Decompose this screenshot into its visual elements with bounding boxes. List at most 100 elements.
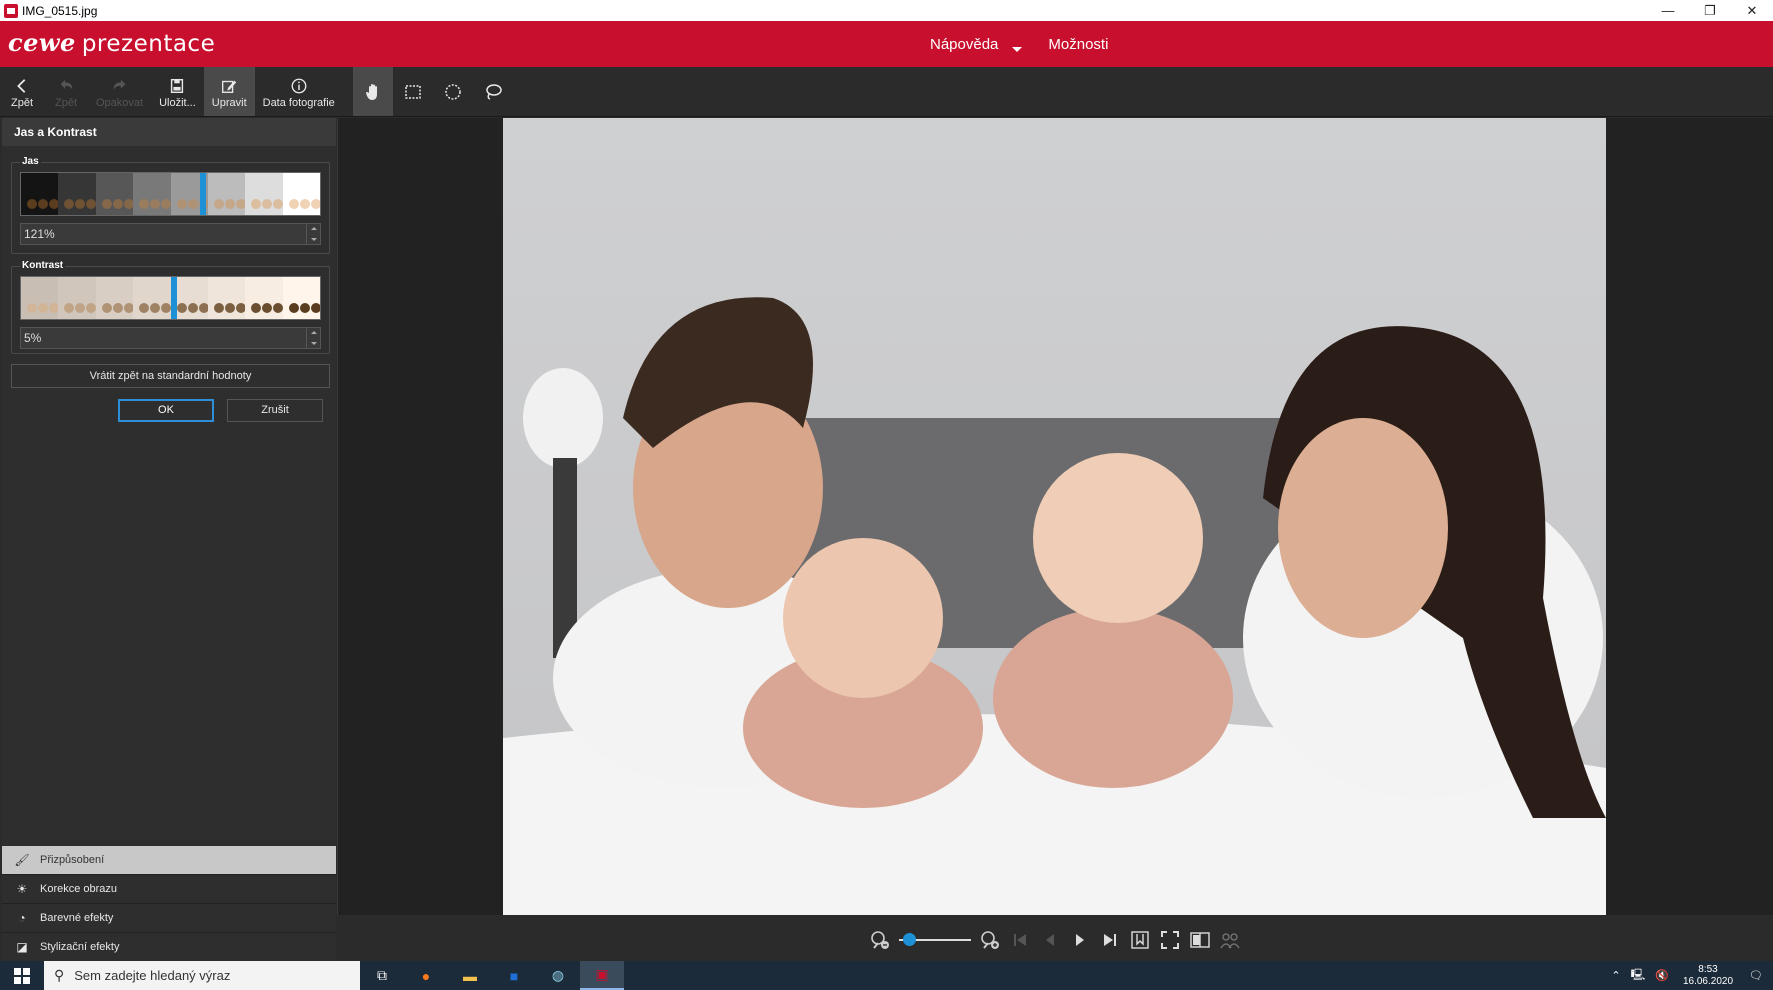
task-view-icon: ⧉ bbox=[377, 967, 387, 983]
brush-icon: 🖌 bbox=[14, 853, 30, 867]
undo-button[interactable]: Zpět bbox=[44, 67, 88, 116]
spinner-arrows-icon[interactable] bbox=[306, 328, 320, 348]
preview-thumbnail bbox=[282, 277, 320, 319]
accordion-image-correction[interactable]: ☀ Korekce obrazu bbox=[2, 875, 336, 904]
next-image-button[interactable] bbox=[1065, 925, 1095, 955]
people-icon bbox=[1220, 933, 1240, 949]
taskbar-outlook[interactable]: ■ bbox=[492, 961, 536, 990]
menu-help[interactable]: Nápověda bbox=[930, 36, 1023, 53]
view-controls-bar bbox=[337, 915, 1773, 965]
outlook-icon: ■ bbox=[509, 967, 519, 984]
value-marker[interactable] bbox=[170, 277, 177, 319]
chevron-up-icon[interactable]: ⌃ bbox=[1611, 969, 1620, 982]
accordion-stylization-effects[interactable]: ◪ Stylizační efekty bbox=[2, 933, 336, 962]
edit-icon bbox=[220, 75, 238, 97]
accordion-color-effects[interactable]: ◔ Barevné efekty bbox=[2, 904, 336, 933]
reset-defaults-button[interactable]: Vrátit zpět na standardní hodnoty bbox=[11, 364, 330, 388]
taskbar-file-explorer[interactable]: ▬ bbox=[448, 961, 492, 990]
task-view-button[interactable]: ⧉ bbox=[360, 961, 404, 990]
cancel-button[interactable]: Zrušit bbox=[227, 399, 323, 422]
info-icon bbox=[290, 75, 308, 97]
brightness-preview-strip[interactable] bbox=[20, 172, 321, 216]
value-marker[interactable] bbox=[200, 173, 207, 215]
adjustment-panel: Jas a Kontrast Jas 121% Kontrast 5% Vrát… bbox=[2, 118, 336, 965]
accordion-customize[interactable]: 🖌 Přizpůsobení bbox=[2, 846, 336, 875]
preview-thumbnail bbox=[58, 277, 97, 319]
cewe-app-icon: ▣ bbox=[595, 966, 609, 982]
network-icon[interactable]: 🖳 bbox=[1631, 966, 1646, 985]
bookmark-button[interactable] bbox=[1125, 925, 1155, 955]
taskbar-clock[interactable]: 8:53 16.06.2020 bbox=[1683, 964, 1733, 988]
speaker-muted-icon[interactable]: 🔇 bbox=[1655, 969, 1669, 982]
next-icon bbox=[1076, 934, 1084, 946]
brightness-group: Jas 121% bbox=[11, 156, 330, 254]
contrast-label: Kontrast bbox=[20, 260, 66, 271]
taskbar-cewe[interactable]: ▣ bbox=[580, 961, 624, 990]
last-image-button[interactable] bbox=[1095, 925, 1125, 955]
preview-thumbnail bbox=[245, 277, 284, 319]
taskbar-search-box[interactable]: ⚲ Sem zadejte hledaný výraz bbox=[44, 961, 360, 990]
preview-thumbnail bbox=[207, 277, 246, 319]
contrast-preview-strip[interactable] bbox=[20, 276, 321, 320]
save-button[interactable]: Uložit... bbox=[151, 67, 204, 116]
windows-logo-icon bbox=[14, 967, 30, 984]
taskbar-app-generic[interactable]: ◍ bbox=[536, 961, 580, 990]
save-icon bbox=[168, 75, 186, 97]
app-generic-icon: ◍ bbox=[551, 967, 565, 983]
contrast-spinner[interactable]: 5% bbox=[20, 327, 321, 349]
rectangle-select-tool[interactable] bbox=[393, 67, 433, 116]
preview-thumbnail bbox=[133, 277, 172, 319]
ellipse-select-icon bbox=[445, 83, 461, 100]
zoom-in-button[interactable] bbox=[975, 925, 1005, 955]
lasso-icon bbox=[486, 83, 502, 100]
notifications-icon[interactable]: 🗨 bbox=[1749, 969, 1763, 982]
close-button[interactable]: ✕ bbox=[1731, 0, 1773, 21]
search-placeholder: Sem zadejte hledaný výraz bbox=[74, 968, 231, 983]
family-photo-image bbox=[503, 118, 1606, 915]
compare-view-button[interactable] bbox=[1185, 925, 1215, 955]
sun-icon: ☀ bbox=[16, 882, 28, 896]
lasso-tool[interactable] bbox=[473, 67, 513, 116]
folder-icon: ▬ bbox=[463, 967, 477, 984]
firefox-icon: ● bbox=[421, 967, 431, 984]
chevron-down-icon bbox=[1012, 46, 1023, 52]
back-button[interactable]: Zpět bbox=[0, 67, 44, 116]
brightness-spinner[interactable]: 121% bbox=[20, 223, 321, 245]
ellipse-select-tool[interactable] bbox=[433, 67, 473, 116]
ok-button[interactable]: OK bbox=[118, 399, 214, 422]
taskbar-firefox[interactable]: ● bbox=[404, 961, 448, 990]
zoom-slider[interactable] bbox=[899, 933, 971, 946]
hand-icon bbox=[365, 83, 377, 100]
photo-preview[interactable] bbox=[503, 118, 1606, 915]
start-button[interactable] bbox=[0, 961, 44, 990]
windows-taskbar: ⚲ Sem zadejte hledaný výraz ⧉ ● ▬ ■ ◍ ▣ … bbox=[0, 961, 1773, 990]
restore-button[interactable]: ❐ bbox=[1689, 0, 1731, 21]
brand-logo: cewe prezentace bbox=[8, 28, 216, 57]
bookmark-icon bbox=[1131, 931, 1149, 949]
first-image-button[interactable] bbox=[1005, 925, 1035, 955]
face-detection-button[interactable] bbox=[1215, 925, 1245, 955]
image-canvas[interactable] bbox=[337, 118, 1773, 915]
zoom-out-button[interactable] bbox=[865, 925, 895, 955]
photo-data-button[interactable]: Data fotografie bbox=[255, 67, 343, 116]
preview-thumbnail bbox=[207, 173, 246, 215]
previous-image-button[interactable] bbox=[1035, 925, 1065, 955]
preview-thumbnail bbox=[245, 173, 284, 215]
menu-options[interactable]: Možnosti bbox=[1048, 36, 1108, 53]
edit-button[interactable]: Upravit bbox=[203, 67, 255, 116]
top-menu: Nápověda Možnosti bbox=[930, 21, 1134, 67]
redo-button[interactable]: Opakovat bbox=[88, 67, 151, 116]
chevron-left-icon bbox=[13, 75, 31, 97]
preview-thumbnail bbox=[58, 173, 97, 215]
fullscreen-button[interactable] bbox=[1155, 925, 1185, 955]
main-toolbar: Zpět Zpět Opakovat Uložit... Upravit Dat… bbox=[0, 67, 1773, 117]
spinner-arrows-icon[interactable] bbox=[306, 224, 320, 244]
minimize-button[interactable]: — bbox=[1647, 0, 1689, 21]
preview-thumbnail bbox=[133, 173, 172, 215]
zoom-slider-handle[interactable] bbox=[902, 933, 916, 946]
window-title: IMG_0515.jpg bbox=[22, 3, 98, 18]
contrast-value: 5% bbox=[24, 331, 42, 345]
palette-icon: ◔ bbox=[18, 911, 26, 925]
hand-tool[interactable] bbox=[352, 67, 393, 116]
preview-thumbnail bbox=[282, 173, 320, 215]
